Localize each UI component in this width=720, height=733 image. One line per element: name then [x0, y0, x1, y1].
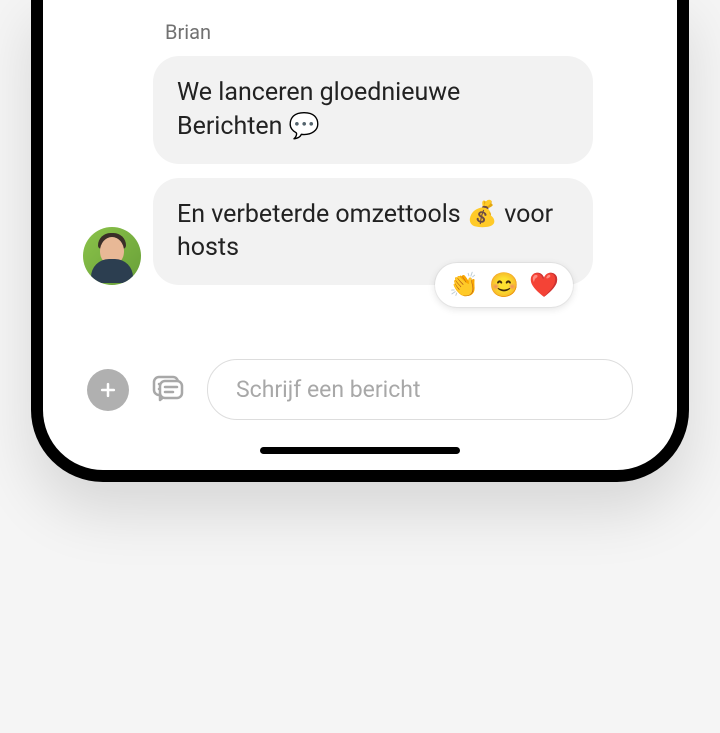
message-row: We lanceren gloednieuwe Berichten 💬: [83, 56, 637, 164]
phone-frame: Brian We lanceren gloednieuwe Berichten …: [31, 0, 689, 482]
quick-reply-button[interactable]: [147, 369, 189, 411]
message-bubble[interactable]: En verbeterde omzettools 💰 voor hosts 👏 …: [153, 178, 593, 286]
message-text: En verbeterde omzettools 💰 voor hosts: [177, 200, 553, 263]
message-row: En verbeterde omzettools 💰 voor hosts 👏 …: [83, 178, 637, 286]
plus-icon: [98, 380, 118, 400]
reaction-smile[interactable]: 😊: [489, 269, 519, 301]
composer-bar: [83, 359, 637, 420]
reaction-clap[interactable]: 👏: [449, 269, 479, 301]
reactions-bar: 👏 😊 ❤️: [435, 263, 573, 307]
reaction-heart[interactable]: ❤️: [529, 269, 559, 301]
chat-area: Brian We lanceren gloednieuwe Berichten …: [83, 20, 637, 420]
message-input[interactable]: [207, 359, 633, 420]
sender-name: Brian: [165, 20, 637, 44]
sender-avatar[interactable]: [83, 227, 141, 285]
avatar-empty-slot: [83, 106, 141, 164]
home-indicator[interactable]: [260, 447, 460, 454]
attachment-button[interactable]: [87, 369, 129, 411]
chat-templates-icon: [150, 372, 186, 408]
message-bubble[interactable]: We lanceren gloednieuwe Berichten 💬: [153, 56, 593, 164]
avatar-slot: [83, 227, 141, 285]
